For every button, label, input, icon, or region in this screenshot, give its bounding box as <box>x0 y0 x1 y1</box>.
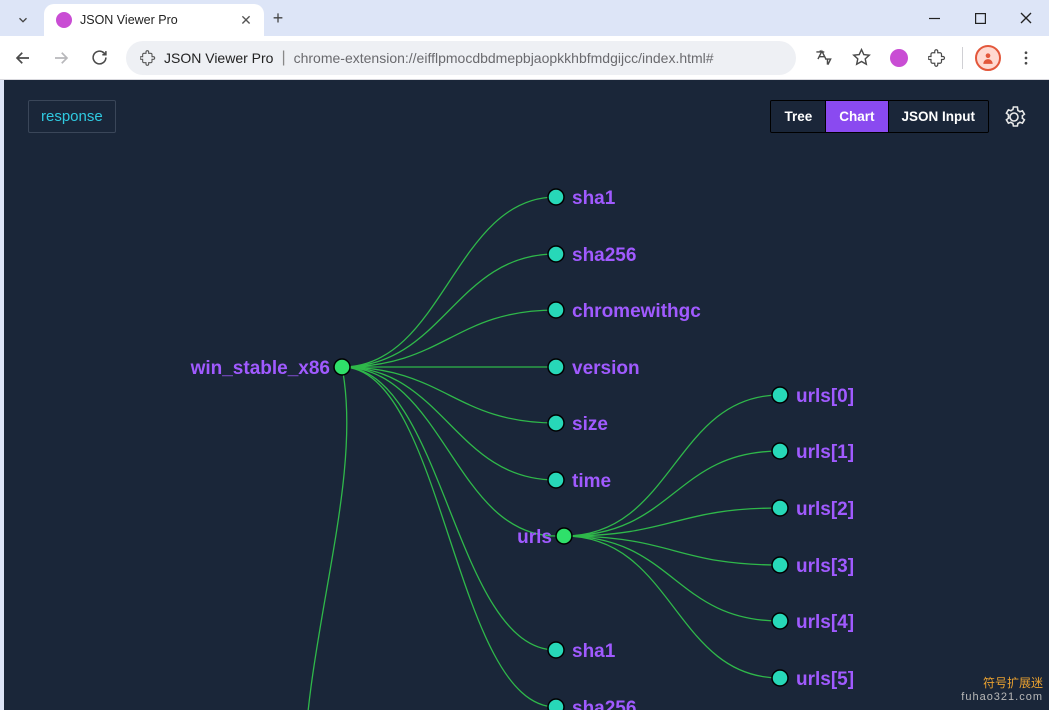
node-size[interactable]: size <box>548 414 608 435</box>
translate-icon <box>814 48 833 67</box>
reload-button[interactable] <box>82 41 116 75</box>
extension-pinned-button[interactable] <box>882 41 916 75</box>
arrow-right-icon <box>52 49 70 67</box>
svg-text:urls: urls <box>517 527 552 548</box>
node-urls-2[interactable]: urls[2] <box>772 499 854 520</box>
node-root-label: win_stable_x86 <box>190 358 330 379</box>
translate-button[interactable] <box>806 41 840 75</box>
node-urls[interactable]: urls <box>517 527 572 548</box>
svg-text:sha1: sha1 <box>572 641 616 662</box>
new-tab-button[interactable]: + <box>264 8 292 29</box>
tab-close-button[interactable]: ✕ <box>238 12 254 29</box>
address-bar[interactable]: JSON Viewer Pro | chrome-extension://eif… <box>126 41 796 75</box>
svg-text:urls[3]: urls[3] <box>796 556 854 577</box>
back-button[interactable] <box>6 41 40 75</box>
svg-text:time: time <box>572 471 611 492</box>
maximize-icon <box>975 13 986 24</box>
node-urls-4[interactable]: urls[4] <box>772 612 854 633</box>
node-sha256-2[interactable]: sha256 <box>548 698 636 710</box>
dots-vertical-icon <box>1017 49 1035 67</box>
maximize-button[interactable] <box>957 0 1003 36</box>
toolbar-divider <box>962 47 963 69</box>
minimize-icon <box>929 13 940 24</box>
omnibox-title: JSON Viewer Pro <box>164 50 273 66</box>
json-tree-graph[interactable]: win_stable_x86 sha1 sha256 chromewithgc … <box>4 80 1049 710</box>
close-icon <box>1020 12 1032 24</box>
svg-text:sha256: sha256 <box>572 245 636 266</box>
svg-text:urls[4]: urls[4] <box>796 612 854 633</box>
node-urls-1[interactable]: urls[1] <box>772 442 854 463</box>
favicon-icon <box>56 12 72 28</box>
extensions-button[interactable] <box>920 41 954 75</box>
chevron-down-icon <box>16 13 30 27</box>
node-urls-5[interactable]: urls[5] <box>772 669 854 690</box>
svg-text:sha256: sha256 <box>572 698 636 710</box>
svg-text:urls[5]: urls[5] <box>796 669 854 690</box>
jsonviewer-ext-icon <box>890 49 908 67</box>
svg-text:urls[0]: urls[0] <box>796 386 854 407</box>
star-icon <box>852 48 871 67</box>
node-urls-3[interactable]: urls[3] <box>772 556 854 577</box>
menu-button[interactable] <box>1009 41 1043 75</box>
node-sha1[interactable]: sha1 <box>548 188 616 209</box>
node-chromewithgc[interactable]: chromewithgc <box>548 301 701 322</box>
tab-title: JSON Viewer Pro <box>80 13 230 27</box>
forward-button[interactable] <box>44 41 78 75</box>
svg-text:urls[1]: urls[1] <box>796 442 854 463</box>
profile-button[interactable] <box>971 41 1005 75</box>
close-window-button[interactable] <box>1003 0 1049 36</box>
svg-text:version: version <box>572 358 640 379</box>
puzzle-icon <box>928 49 946 67</box>
reload-icon <box>91 49 108 66</box>
svg-text:chromewithgc: chromewithgc <box>572 301 701 322</box>
svg-text:size: size <box>572 414 608 435</box>
node-sha256[interactable]: sha256 <box>548 245 636 266</box>
avatar-icon <box>975 45 1001 71</box>
arrow-left-icon <box>14 49 32 67</box>
node-urls-0[interactable]: urls[0] <box>772 386 854 407</box>
tab-search-button[interactable] <box>6 6 40 34</box>
node-sha1-2[interactable]: sha1 <box>548 641 616 662</box>
omnibox-separator: | <box>281 49 285 67</box>
node-root[interactable] <box>334 359 350 375</box>
node-version[interactable]: version <box>548 358 640 379</box>
node-time[interactable]: time <box>548 471 611 492</box>
omnibox-url: chrome-extension://eifflpmocdbdmepbjaopk… <box>294 50 714 66</box>
svg-text:sha1: sha1 <box>572 188 616 209</box>
bookmark-button[interactable] <box>844 41 878 75</box>
svg-text:urls[2]: urls[2] <box>796 499 854 520</box>
browser-tab[interactable]: JSON Viewer Pro ✕ <box>44 4 264 36</box>
watermark: 符号扩展迷 fuhao321.com <box>961 676 1043 704</box>
minimize-button[interactable] <box>911 0 957 36</box>
extension-icon <box>140 50 156 66</box>
